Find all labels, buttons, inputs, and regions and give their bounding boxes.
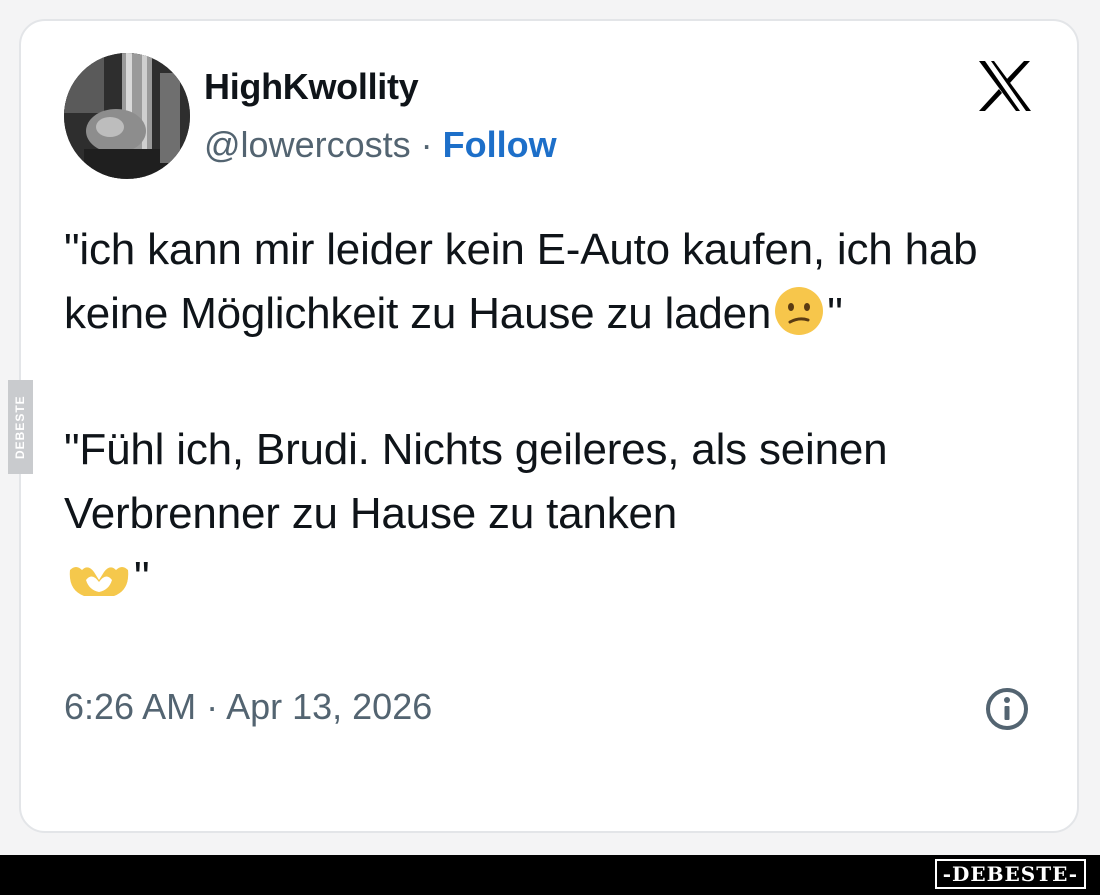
- brand-watermark: -DEBESTE-: [934, 859, 1086, 889]
- follow-button[interactable]: Follow: [443, 124, 557, 165]
- tweet-paragraph-1: "ich kann mir leider kein E-Auto kaufen,…: [64, 218, 1024, 354]
- confused-face-emoji: [771, 284, 827, 354]
- side-watermark: DEBESTE: [8, 380, 33, 474]
- tweet-text: "ich kann mir leider kein E-Auto kaufen,…: [64, 218, 1024, 618]
- avatar[interactable]: [64, 53, 190, 179]
- paragraph-2-text: "Fühl ich, Brudi. Nichts geileres, als s…: [64, 425, 888, 538]
- paragraph-1-close-quote: ": [827, 289, 843, 338]
- x-logo-icon[interactable]: [977, 59, 1033, 113]
- tweet-paragraph-2: "Fühl ich, Brudi. Nichts geileres, als s…: [64, 418, 1024, 618]
- paragraph-2-close-quote: ": [134, 553, 150, 602]
- heart-hands-emoji: [64, 554, 134, 618]
- bottom-watermark-bar: -DEBESTE-: [0, 855, 1100, 895]
- timestamp[interactable]: 6:26 AM · Apr 13, 2026: [64, 686, 432, 728]
- handle-line: @lowercosts · Follow: [204, 124, 557, 166]
- info-icon[interactable]: [984, 686, 1030, 732]
- handle[interactable]: @lowercosts: [204, 124, 411, 165]
- separator-dot: ·: [420, 124, 433, 165]
- display-name[interactable]: HighKwollity: [204, 66, 419, 108]
